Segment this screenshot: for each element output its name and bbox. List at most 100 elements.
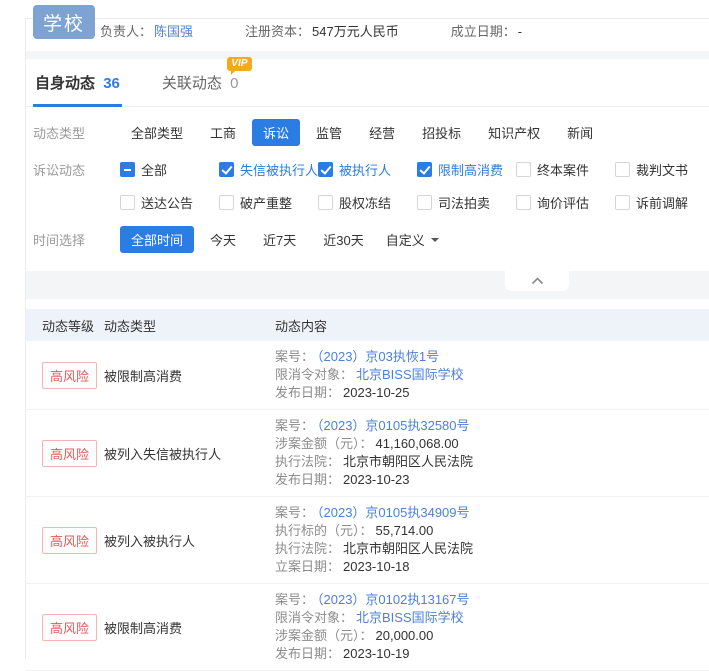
company-field-value: 547万元人民币: [312, 24, 399, 39]
content-line: 涉案金额（元）： 41,160,068.00: [275, 435, 709, 453]
litigation-checkbox[interactable]: 裁判文书: [615, 160, 709, 179]
litigation-checkbox[interactable]: 限制高消费: [417, 160, 516, 179]
content-line-link[interactable]: 北京BISS国际学校: [356, 610, 464, 625]
litigation-checkbox[interactable]: 终本案件: [516, 160, 615, 179]
time-option[interactable]: 近30天: [312, 226, 374, 253]
litigation-checkbox[interactable]: 司法拍卖: [417, 193, 516, 212]
content-line-label: 涉案金额（元）：: [275, 436, 373, 451]
dynamic-type-option[interactable]: 工商: [199, 119, 247, 146]
tab-self-label: 自身动态: [35, 75, 96, 92]
time-select-label: 时间选择: [33, 233, 86, 248]
dynamic-type-option[interactable]: 新闻: [556, 119, 604, 146]
collapse-filters-button[interactable]: [505, 271, 569, 291]
content-line: 发布日期： 2023-10-25: [275, 384, 709, 402]
time-option[interactable]: 全部时间: [120, 226, 195, 253]
content-line: 发布日期： 2023-10-23: [275, 471, 709, 489]
risk-badge: 高风险: [42, 526, 98, 554]
content-cell: 案号： （2023）京0105执32580号 涉案金额（元）： 41,160,068.…: [275, 417, 709, 489]
content-cell: 案号： （2023）京0105执34909号 执行标的（元）： 55,714.00 执行…: [275, 504, 709, 576]
tab-self-dynamics[interactable]: 自身动态 36: [33, 72, 122, 107]
content-line-value: 2023-10-18: [343, 559, 410, 574]
dynamics-table: 动态等级 动态类型 动态内容 高风险 被限制高消费 案号： （2023）京03执恢1号…: [26, 309, 709, 671]
dynamics-tabs: 自身动态 36 VIP 关联动态 0: [26, 57, 709, 107]
content-line: 限消令对象： 北京BISS国际学校: [275, 366, 709, 384]
main-panel: 学校 负责人： 陈国强 注册资本： 547万元人民币 成立日期： - 自身动态 36 VI…: [25, 5, 709, 671]
content-line: 案号： （2023）京0105执32580号: [275, 417, 709, 435]
checkbox-label: 终本案件: [537, 163, 590, 178]
company-logo-badge: 学校: [33, 5, 95, 39]
table-row: 高风险 被列入被执行人 案号： （2023）京0105执34909号 执行标的（元）： 5…: [26, 497, 709, 584]
dynamic-type-option[interactable]: 招投标: [411, 119, 472, 146]
header-content: 动态内容: [275, 318, 328, 334]
checkbox-label: 失信被执行人: [240, 163, 319, 178]
checkbox-label: 限制高消费: [438, 163, 504, 178]
content-line: 涉案金额（元）： 20,000.00: [275, 627, 709, 645]
content-line-label: 案号：: [275, 592, 315, 607]
dynamic-type-option[interactable]: 知识产权: [477, 119, 551, 146]
content-line-value: 2023-10-23: [343, 472, 410, 487]
risk-badge: 高风险: [42, 439, 98, 467]
company-field: 注册资本： 547万元人民币: [245, 21, 399, 40]
dynamic-type-option[interactable]: 诉讼: [252, 119, 301, 146]
content-line: 执行标的（元）： 55,714.00: [275, 522, 709, 540]
dynamic-type-options: 全部类型 工商 诉讼 监管 经营 招投标 知识产权 新闻: [120, 119, 609, 146]
checkbox-icon: [615, 162, 630, 177]
company-field-label: 成立日期：: [450, 24, 516, 39]
content-line: 发布日期： 2023-10-19: [275, 645, 709, 663]
custom-time-dropdown[interactable]: 自定义: [380, 226, 445, 253]
table-row: 高风险 被限制高消费 案号： （2023）京03执恢1号 限消令对象： 北京BISS国际学…: [26, 341, 709, 410]
tab-related-count: 0: [230, 75, 239, 92]
dynamic-type-option[interactable]: 监管: [305, 119, 353, 146]
filter-panel: 动态类型 全部类型 工商 诉讼 监管 经营 招投标 知识产权 新闻 诉讼动态 全部 失信被执行人…: [26, 107, 709, 271]
time-options: 自定义 全部时间 今天 近7天 近30天: [120, 226, 445, 253]
company-field-link[interactable]: 陈国强: [154, 24, 193, 39]
checkbox-icon: [417, 162, 432, 177]
vip-badge: VIP: [227, 57, 253, 75]
tab-related-dynamics[interactable]: VIP 关联动态 0: [160, 57, 253, 106]
content-cell: 案号： （2023）京0102执13167号 限消令对象： 北京BISS国际学校 涉案金…: [275, 591, 709, 663]
litigation-options: 全部 失信被执行人 被执行人 限制高消费 终本案件 裁判文书送达公告 破产重整 股权冻结 司法拍…: [120, 156, 709, 212]
time-option[interactable]: 近7天: [252, 226, 307, 253]
content-line-label: 限消令对象：: [275, 367, 354, 382]
content-line-label: 执行法院：: [275, 541, 341, 556]
content-line: 立案日期： 2023-10-18: [275, 558, 709, 576]
content-line-value: 北京市朝阳区人民法院: [343, 454, 474, 469]
filter-row-dynamic-type: 动态类型 全部类型 工商 诉讼 监管 经营 招投标 知识产权 新闻: [33, 119, 709, 146]
litigation-checkbox[interactable]: 全部: [120, 160, 219, 179]
content-line-link[interactable]: 北京BISS国际学校: [356, 367, 464, 382]
risk-badge: 高风险: [42, 613, 98, 641]
content-line-link[interactable]: （2023）京0105执34909号: [317, 505, 470, 520]
type-cell: 被列入被执行人: [104, 533, 196, 549]
type-cell: 被限制高消费: [104, 368, 183, 384]
checkbox-label: 诉前调解: [636, 196, 689, 211]
checkbox-label: 被执行人: [339, 163, 392, 178]
litigation-checkbox[interactable]: 破产重整: [219, 193, 318, 212]
header-level: 动态等级: [42, 318, 95, 334]
content-line-link[interactable]: （2023）京0105执32580号: [317, 418, 470, 433]
collapse-band: [26, 271, 709, 299]
dynamic-type-option[interactable]: 全部类型: [120, 119, 194, 146]
company-header: 学校 负责人： 陈国强 注册资本： 547万元人民币 成立日期： -: [26, 5, 709, 51]
content-line: 限消令对象： 北京BISS国际学校: [275, 609, 709, 627]
filter-row-time: 时间选择 自定义 全部时间 今天 近7天 近30天: [33, 226, 709, 253]
content-line: 案号： （2023）京0102执13167号: [275, 591, 709, 609]
time-option[interactable]: 今天: [199, 226, 247, 253]
content-line-link[interactable]: （2023）京0102执13167号: [317, 592, 470, 607]
litigation-checkbox[interactable]: 询价评估: [516, 193, 615, 212]
content-line: 执行法院： 北京市朝阳区人民法院: [275, 453, 709, 471]
risk-badge: 高风险: [42, 361, 98, 389]
type-cell: 被限制高消费: [104, 620, 183, 636]
table-row: 高风险 被限制高消费 案号： （2023）京0102执13167号 限消令对象： 北京BI…: [26, 584, 709, 671]
checkbox-icon: [318, 195, 333, 210]
litigation-checkbox[interactable]: 股权冻结: [318, 193, 417, 212]
litigation-checkbox[interactable]: 被执行人: [318, 160, 417, 179]
level-cell: 高风险: [26, 526, 104, 554]
dynamic-type-option[interactable]: 经营: [358, 119, 406, 146]
litigation-checkbox[interactable]: 送达公告: [120, 193, 219, 212]
litigation-checkbox[interactable]: 诉前调解: [615, 193, 709, 212]
level-cell: 高风险: [26, 361, 104, 389]
litigation-checkbox[interactable]: 失信被执行人: [219, 160, 318, 179]
table-row: 高风险 被列入失信被执行人 案号： （2023）京0105执32580号 涉案金额（元）…: [26, 410, 709, 497]
content-line-link[interactable]: （2023）京03执恢1号: [317, 349, 439, 364]
level-cell: 高风险: [26, 613, 104, 641]
